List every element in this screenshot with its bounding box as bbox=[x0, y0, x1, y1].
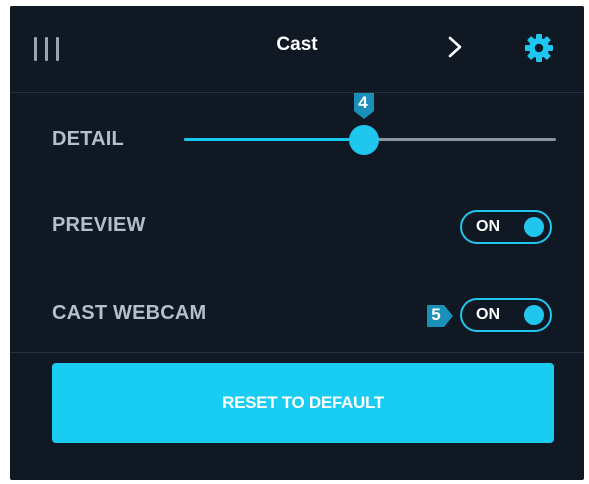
cast-webcam-callout-badge: 5 bbox=[426, 304, 454, 328]
toggle-knob bbox=[524, 305, 544, 325]
preview-label: PREVIEW bbox=[52, 214, 146, 236]
cast-webcam-toggle[interactable]: ON bbox=[460, 298, 552, 332]
cast-webcam-toggle-text: ON bbox=[476, 306, 500, 323]
detail-slider[interactable] bbox=[184, 124, 556, 155]
gear-icon[interactable] bbox=[524, 33, 554, 63]
page-title: Cast bbox=[276, 34, 318, 55]
preview-toggle[interactable]: ON bbox=[460, 210, 552, 244]
preview-toggle-text: ON bbox=[476, 218, 500, 235]
toggle-knob bbox=[524, 217, 544, 237]
cast-settings-panel: Cast DETAIL 4 PREVIEW ON CAST WEBCAM 5 O… bbox=[10, 6, 584, 480]
cast-webcam-label: CAST WEBCAM bbox=[52, 302, 207, 324]
slider-fill bbox=[184, 138, 364, 141]
detail-label: DETAIL bbox=[52, 128, 124, 150]
header-bar: Cast bbox=[10, 6, 584, 93]
divider bbox=[10, 352, 584, 353]
detail-callout-number: 4 bbox=[358, 93, 368, 112]
slider-thumb[interactable] bbox=[349, 125, 379, 155]
cast-webcam-callout-number: 5 bbox=[431, 305, 441, 324]
reset-to-default-button[interactable]: RESET TO DEFAULT bbox=[52, 363, 554, 443]
chevron-right-icon[interactable] bbox=[442, 34, 468, 60]
detail-callout-badge: 4 bbox=[353, 92, 375, 119]
